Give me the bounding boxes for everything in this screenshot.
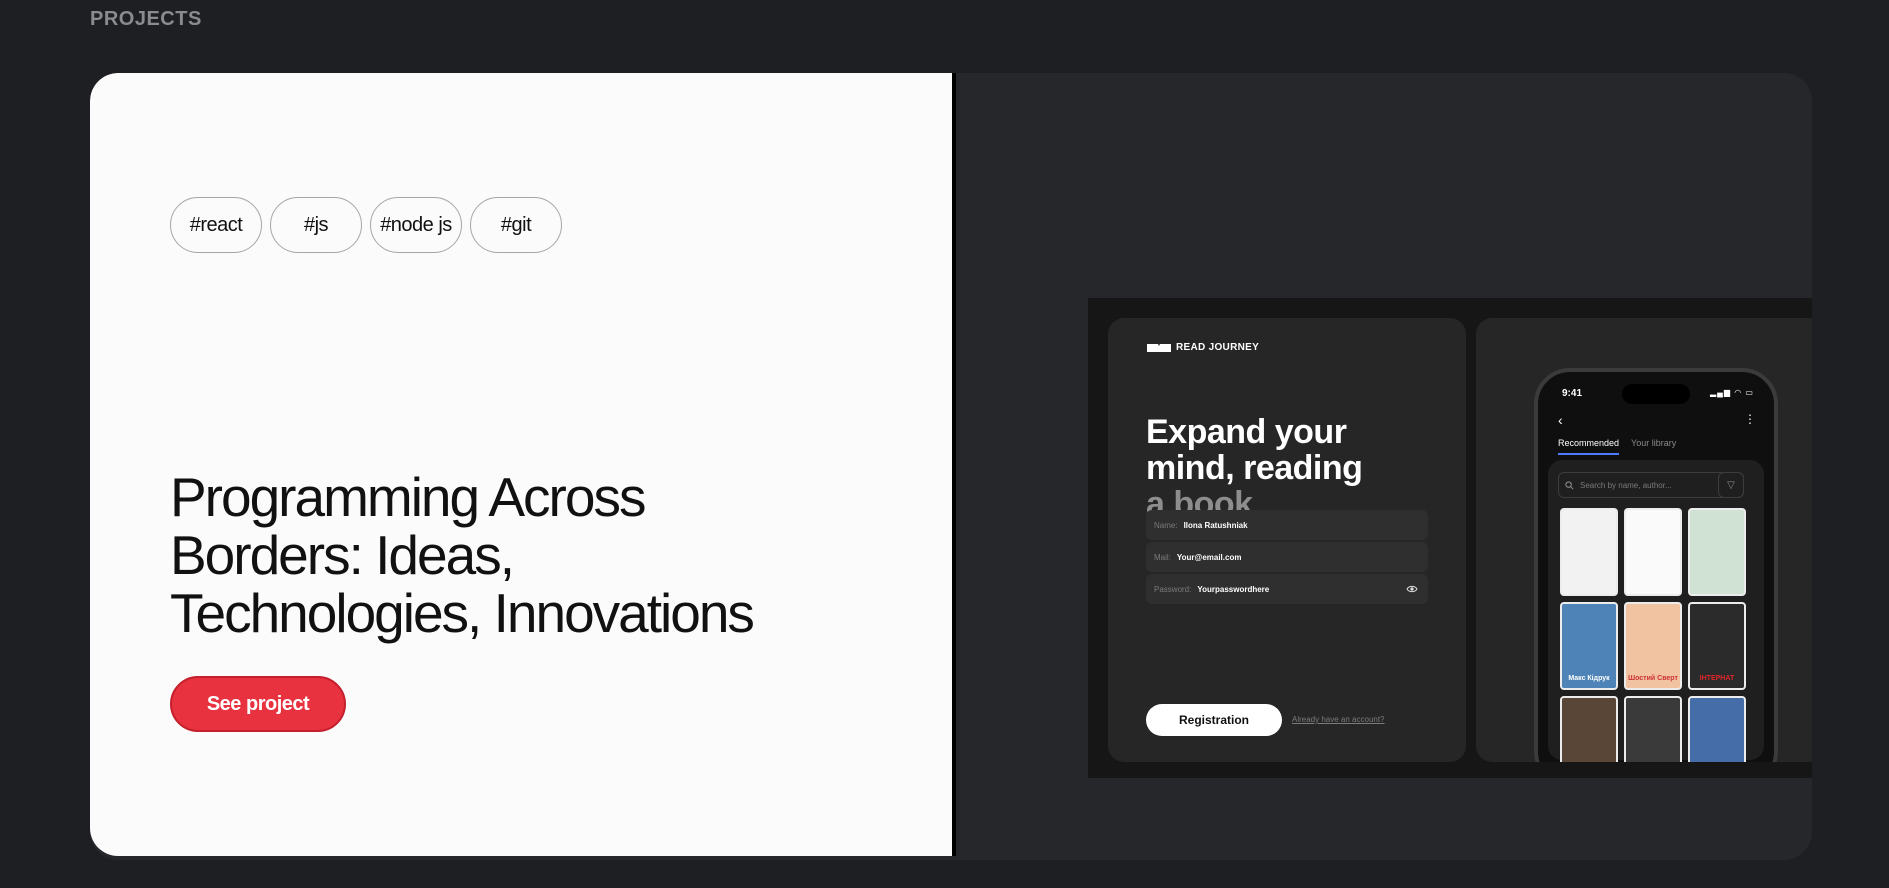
see-project-button[interactable]: See project <box>170 676 346 732</box>
book-title: Шостий Сверт <box>1628 675 1678 682</box>
hero-line: mind, reading <box>1146 449 1363 487</box>
login-link: Already have an account? <box>1292 715 1385 724</box>
book-grid: Макс Кідрук Шостий Сверт ІНТЕРНАТ Василь Шк… <box>1560 508 1746 762</box>
tab-your-library: Your library <box>1631 438 1677 448</box>
tag: #node js <box>370 197 462 253</box>
tag: #js <box>270 197 362 253</box>
phone-mockup: 9:41 ▂▄▆ ◠ ▭ ‹ ⋮ Recommended Your librar… <box>1534 368 1778 762</box>
book-cover: Василь Шкляр <box>1624 696 1682 762</box>
book-cover: ІНТЕРНАТ <box>1688 602 1746 690</box>
search-placeholder: Search by name, author... <box>1580 480 1672 490</box>
field-value: Your@email.com <box>1176 552 1242 562</box>
name-field: Name: Ilona Ratushniak <box>1146 510 1428 540</box>
search-icon <box>1565 480 1574 489</box>
status-icons: ▂▄▆ ◠ ▭ <box>1710 388 1754 397</box>
book-cover: Шостий Сверт <box>1624 602 1682 690</box>
project-info: #react #js #node js #git Programming Acr… <box>90 73 952 856</box>
filter-icon: ▽ <box>1718 472 1744 498</box>
book-list-panel: Search by name, author... ▽ Макс Кідрук Ш… <box>1548 460 1764 762</box>
book-cover <box>1624 508 1682 596</box>
preview-hero-title: Expand your mind, reading a book <box>1146 414 1446 522</box>
book-cover: Макс Кідрук <box>1560 602 1618 690</box>
book-cover <box>1560 696 1618 762</box>
tag-list: #react #js #node js #git <box>170 197 562 253</box>
registration-button: Registration <box>1146 704 1282 736</box>
book-title: Макс Кідрук <box>1568 675 1610 682</box>
field-label: Mail: <box>1154 552 1171 562</box>
back-icon: ‹ <box>1558 412 1563 428</box>
dynamic-island <box>1622 384 1690 404</box>
tag: #react <box>170 197 262 253</box>
tab-recommended: Recommended <box>1558 438 1620 455</box>
more-icon: ⋮ <box>1744 412 1756 426</box>
project-preview-image: READ JOURNEY Expand your mind, reading a… <box>1088 298 1812 778</box>
section-title: PROJECTS <box>90 8 202 30</box>
field-label: Password: <box>1154 584 1192 594</box>
project-headline: Programming Across Borders: Ideas, Techn… <box>170 466 755 644</box>
book-cover <box>1688 696 1746 762</box>
tag: #git <box>470 197 562 253</box>
field-label: Name: <box>1154 520 1178 530</box>
brand: READ JOURNEY <box>1146 342 1259 353</box>
phone-search: Search by name, author... <box>1558 472 1744 498</box>
book-title: ІНТЕРНАТ <box>1699 675 1735 682</box>
status-time: 9:41 <box>1562 388 1583 399</box>
preview-register-panel: READ JOURNEY Expand your mind, reading a… <box>1108 318 1466 762</box>
brand-name: READ JOURNEY <box>1176 342 1260 353</box>
eye-icon <box>1406 585 1418 593</box>
phone-tabs: Recommended Your library <box>1558 438 1676 455</box>
field-value: Ilona Ratushniak <box>1183 520 1248 530</box>
mail-field: Mail: Your@email.com <box>1146 542 1428 572</box>
field-value: Yourpasswordhere <box>1197 584 1270 594</box>
preview-phone-panel: 9:41 ▂▄▆ ◠ ▭ ‹ ⋮ Recommended Your librar… <box>1476 318 1812 762</box>
book-logo-icon <box>1147 343 1171 352</box>
password-field: Password: Yourpasswordhere <box>1146 574 1428 604</box>
project-card: #react #js #node js #git Programming Acr… <box>90 73 1812 860</box>
book-cover <box>1560 508 1618 596</box>
hero-line: Expand your <box>1146 413 1347 451</box>
book-cover <box>1688 508 1746 596</box>
